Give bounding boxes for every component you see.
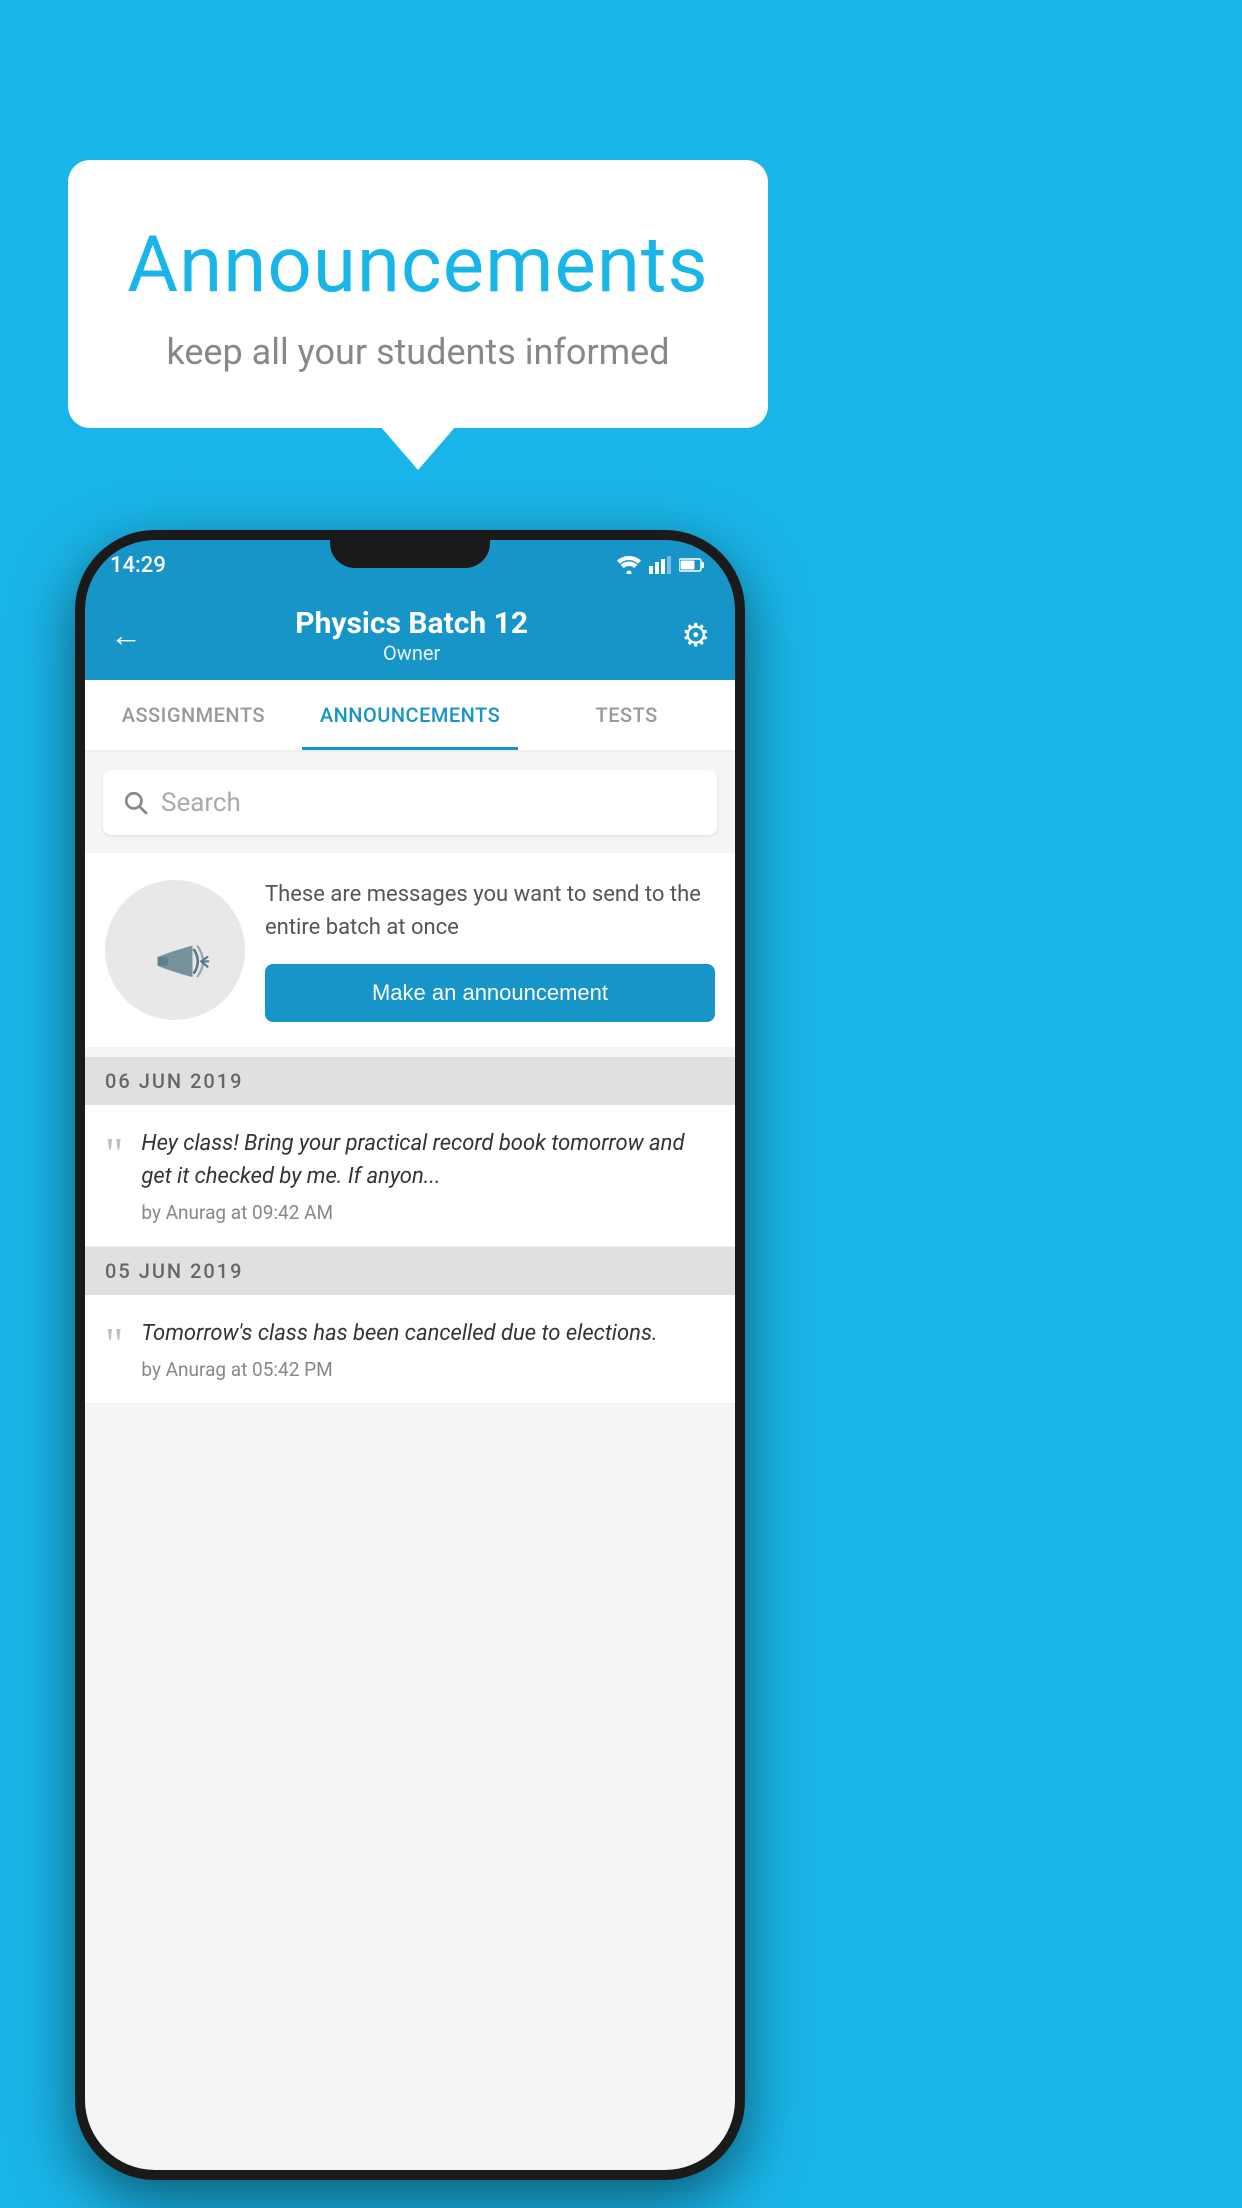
make-announcement-button[interactable]: Make an announcement xyxy=(265,964,715,1022)
tab-tests[interactable]: TESTS xyxy=(518,680,735,750)
promo-content: These are messages you want to send to t… xyxy=(265,878,715,1022)
search-bar[interactable]: Search xyxy=(103,770,717,835)
phone-notch xyxy=(330,530,490,568)
content-area: Search xyxy=(85,752,735,2170)
announcement-meta-1: by Anurag at 09:42 AM xyxy=(141,1201,715,1224)
phone-screen: 14:29 xyxy=(85,540,735,2170)
speech-bubble-subtitle: keep all your students informed xyxy=(118,331,718,373)
megaphone-icon xyxy=(140,915,210,985)
announcement-content-2: Tomorrow's class has been cancelled due … xyxy=(141,1317,715,1381)
promo-description: These are messages you want to send to t… xyxy=(265,878,715,944)
status-time: 14:29 xyxy=(110,553,166,578)
announcement-item-1[interactable]: " Hey class! Bring your practical record… xyxy=(85,1105,735,1247)
quote-icon-1: " xyxy=(105,1132,123,1177)
app-bar: ← Physics Batch 12 Owner ⚙ xyxy=(85,590,735,680)
tab-assignments[interactable]: ASSIGNMENTS xyxy=(85,680,302,750)
announcement-content-1: Hey class! Bring your practical record b… xyxy=(141,1127,715,1224)
status-icons xyxy=(617,556,705,574)
tabs-bar: ASSIGNMENTS ANNOUNCEMENTS TESTS xyxy=(85,680,735,752)
search-placeholder: Search xyxy=(161,788,241,818)
promo-card: These are messages you want to send to t… xyxy=(85,853,735,1047)
tab-announcements[interactable]: ANNOUNCEMENTS xyxy=(302,680,519,750)
app-bar-subtitle: Owner xyxy=(295,641,528,665)
signal-icon xyxy=(649,556,671,574)
speech-bubble-container: Announcements keep all your students inf… xyxy=(68,160,768,428)
announcement-meta-2: by Anurag at 05:42 PM xyxy=(141,1358,715,1381)
speech-bubble-title: Announcements xyxy=(118,220,718,311)
announcement-text-2: Tomorrow's class has been cancelled due … xyxy=(141,1317,715,1350)
quote-icon-2: " xyxy=(105,1322,123,1367)
back-button[interactable]: ← xyxy=(110,616,142,654)
wifi-icon xyxy=(617,556,641,574)
app-bar-center: Physics Batch 12 Owner xyxy=(295,606,528,665)
phone-frame: 14:29 xyxy=(75,530,745,2180)
announcement-icon-circle xyxy=(105,880,245,1020)
announcement-item-2[interactable]: " Tomorrow's class has been cancelled du… xyxy=(85,1295,735,1404)
date-separator-1: 06 JUN 2019 xyxy=(85,1057,735,1105)
search-icon xyxy=(123,790,149,816)
app-bar-title: Physics Batch 12 xyxy=(295,606,528,641)
settings-icon[interactable]: ⚙ xyxy=(681,616,710,654)
speech-bubble: Announcements keep all your students inf… xyxy=(68,160,768,428)
date-separator-2: 05 JUN 2019 xyxy=(85,1247,735,1295)
battery-icon xyxy=(679,558,705,572)
announcement-text-1: Hey class! Bring your practical record b… xyxy=(141,1127,715,1193)
